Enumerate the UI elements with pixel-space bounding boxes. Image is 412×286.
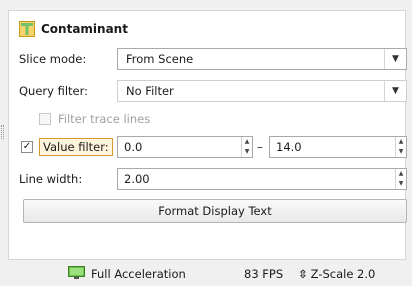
trace-lines-row: Filter trace lines: [9, 107, 405, 131]
query-filter-value: No Filter: [126, 84, 174, 98]
slice-mode-label: Slice mode:: [19, 52, 87, 66]
status-bar: Full Acceleration 83 FPS ⇳ Z-Scale 2.0: [0, 264, 412, 284]
value-filter-label: Value filter:: [39, 138, 113, 156]
value-filter-min[interactable]: 0.0 ▲ ▼: [117, 136, 253, 158]
zscale-label: Z-Scale 2.0: [310, 267, 376, 281]
line-width-input[interactable]: 2.00 ▲ ▼: [117, 168, 407, 190]
panel-title: Contaminant: [41, 22, 128, 36]
spin-buttons[interactable]: ▲ ▼: [395, 169, 406, 189]
range-dash: –: [257, 140, 263, 154]
value-filter-max-value: 14.0: [276, 140, 302, 154]
slice-mode-row: Slice mode: From Scene ▼: [9, 47, 407, 71]
query-filter-label: Query filter:: [19, 84, 89, 98]
value-filter-max[interactable]: 14.0 ▲ ▼: [269, 136, 407, 158]
fps-label: 83 FPS: [244, 267, 284, 281]
acceleration-label: Full Acceleration: [91, 267, 186, 281]
panel-header: Contaminant: [19, 19, 128, 39]
down-arrow-icon[interactable]: ▼: [396, 147, 406, 157]
format-display-text-button[interactable]: Format Display Text: [23, 199, 407, 223]
value-filter-min-value: 0.0: [124, 140, 143, 154]
line-width-row: Line width: 2.00 ▲ ▼: [9, 167, 407, 191]
down-arrow-icon[interactable]: ▼: [242, 147, 252, 157]
trace-lines-label: Filter trace lines: [58, 112, 151, 126]
value-filter-checkbox[interactable]: ✓: [21, 141, 33, 153]
properties-panel: Contaminant Slice mode: From Scene ▼ Que…: [8, 10, 407, 260]
zscale-status[interactable]: ⇳ Z-Scale 2.0: [298, 267, 375, 281]
acceleration-status: Full Acceleration: [68, 265, 186, 283]
value-filter-row: ✓ Value filter: 0.0 ▲ ▼ – 14.0 ▲ ▼: [9, 135, 407, 159]
up-arrow-icon[interactable]: ▲: [396, 137, 406, 147]
slice-mode-select[interactable]: From Scene ▼: [117, 48, 407, 70]
chevron-down-icon[interactable]: ▼: [384, 49, 406, 69]
query-filter-select[interactable]: No Filter ▼: [117, 80, 407, 102]
layer-icon: [19, 21, 35, 37]
monitor-icon: [68, 265, 85, 283]
resize-grip[interactable]: [1, 125, 4, 139]
down-arrow-icon[interactable]: ▼: [396, 179, 406, 189]
query-filter-row: Query filter: No Filter ▼: [9, 79, 407, 103]
line-width-label: Line width:: [19, 172, 83, 186]
chevron-down-icon[interactable]: ▼: [384, 81, 406, 101]
spin-buttons[interactable]: ▲ ▼: [395, 137, 406, 157]
trace-lines-checkbox[interactable]: [39, 113, 51, 125]
line-width-value: 2.00: [124, 172, 150, 186]
up-arrow-icon[interactable]: ▲: [242, 137, 252, 147]
vertical-arrows-icon: ⇳: [298, 267, 308, 281]
slice-mode-value: From Scene: [126, 52, 194, 66]
up-arrow-icon[interactable]: ▲: [396, 169, 406, 179]
spin-buttons[interactable]: ▲ ▼: [241, 137, 252, 157]
